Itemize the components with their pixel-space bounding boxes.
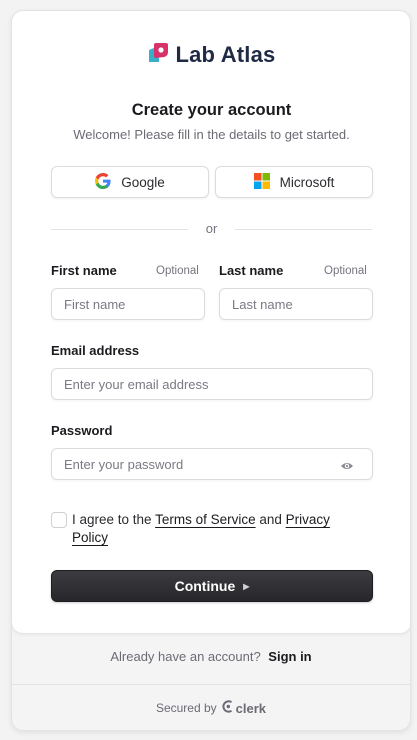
first-name-label: First name — [51, 263, 117, 278]
lab-atlas-logo-icon — [147, 42, 169, 68]
last-name-optional: Optional — [324, 265, 367, 277]
show-password-icon[interactable] — [340, 458, 354, 472]
microsoft-icon — [253, 172, 270, 192]
email-input[interactable] — [51, 368, 373, 400]
google-signin-button[interactable]: Google — [51, 166, 209, 198]
secured-by-badge: Secured by clerk — [12, 700, 410, 716]
microsoft-label: Microsoft — [279, 174, 335, 190]
last-name-input[interactable] — [219, 288, 373, 320]
terms-checkbox[interactable] — [51, 512, 67, 528]
app-name: Lab Atlas — [175, 42, 276, 67]
signin-prompt-text: Already have an account? — [110, 649, 261, 664]
page-title: Create your account — [131, 101, 292, 119]
page-subtitle: Welcome! Please fill in the details to g… — [73, 127, 350, 142]
last-name-label: Last name — [219, 263, 284, 278]
auth-panel: Lab Atlas Create your account Welcome! P… — [11, 10, 411, 731]
google-label: Google — [121, 174, 165, 190]
app-logo: Lab Atlas — [12, 42, 410, 68]
terms-of-service-link[interactable]: Terms of Service — [155, 512, 256, 527]
clerk-logo: clerk — [222, 700, 266, 716]
signin-prompt: Already have an account? Sign in — [12, 649, 410, 664]
caret-right-icon: ▶ — [243, 581, 250, 591]
email-label: Email address — [51, 343, 140, 358]
password-input[interactable] — [51, 448, 373, 480]
google-icon — [95, 172, 111, 192]
clerk-icon — [222, 700, 234, 716]
signup-card: Lab Atlas Create your account Welcome! P… — [12, 11, 410, 634]
terms-prefix: I agree to the — [72, 512, 152, 527]
terms-agreement-text: I agree to the Terms of Service and Priv… — [72, 511, 332, 547]
terms-middle: and — [259, 512, 282, 527]
signin-link[interactable]: Sign in — [268, 649, 311, 664]
first-name-input[interactable] — [51, 288, 205, 320]
footer-divider — [12, 684, 410, 685]
password-label: Password — [51, 423, 113, 438]
or-divider: or — [51, 221, 372, 237]
clerk-name: clerk — [235, 700, 267, 716]
microsoft-signin-button[interactable]: Microsoft — [215, 166, 373, 198]
first-name-optional: Optional — [156, 265, 199, 277]
continue-label: Continue — [174, 578, 236, 594]
secured-by-text: Secured by — [155, 701, 217, 715]
continue-button[interactable]: Continue ▶ — [51, 570, 373, 602]
divider-line-right — [235, 229, 372, 230]
